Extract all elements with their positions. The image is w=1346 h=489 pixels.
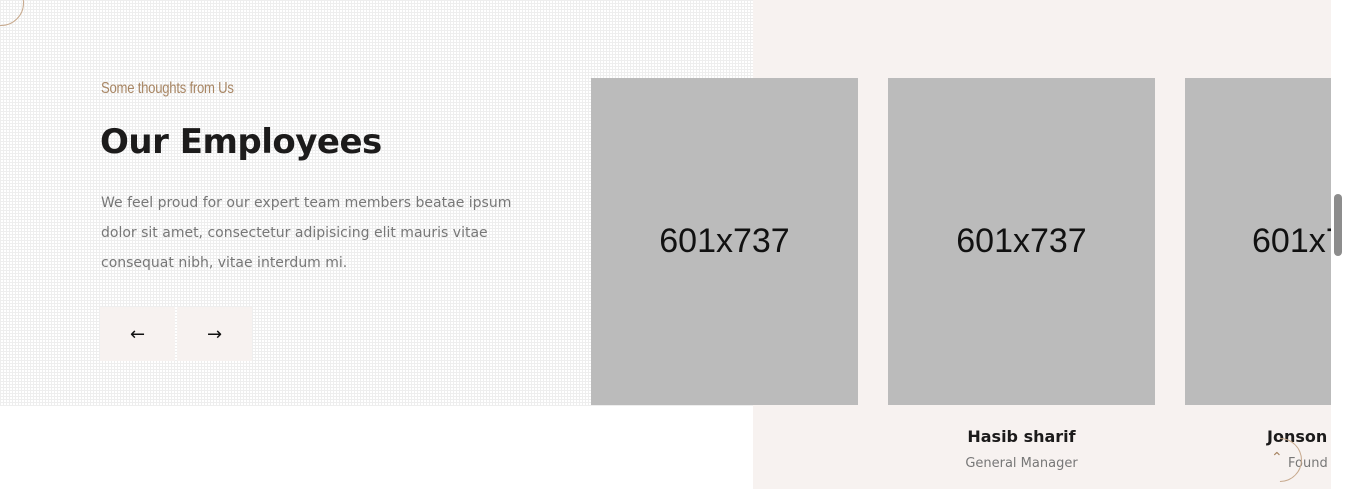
employee-photo-placeholder: 601x737 <box>591 78 858 405</box>
employee-photo-placeholder: 601x737 <box>1185 78 1331 405</box>
employee-card[interactable]: 601x737 Jonson Found <box>1185 78 1331 471</box>
employee-carousel: 601x737 601x737 Hasib sharif General Man… <box>0 0 1331 489</box>
employee-name: Hasib sharif <box>967 427 1076 446</box>
employee-card[interactable]: 601x737 <box>591 78 858 405</box>
employee-photo-placeholder: 601x737 <box>888 78 1155 405</box>
employee-card[interactable]: 601x737 Hasib sharif General Manager <box>888 78 1155 471</box>
chevron-up-icon: ⌃ <box>1271 450 1283 466</box>
employee-role: General Manager <box>965 456 1078 471</box>
page-scrollbar-thumb[interactable] <box>1334 194 1342 256</box>
